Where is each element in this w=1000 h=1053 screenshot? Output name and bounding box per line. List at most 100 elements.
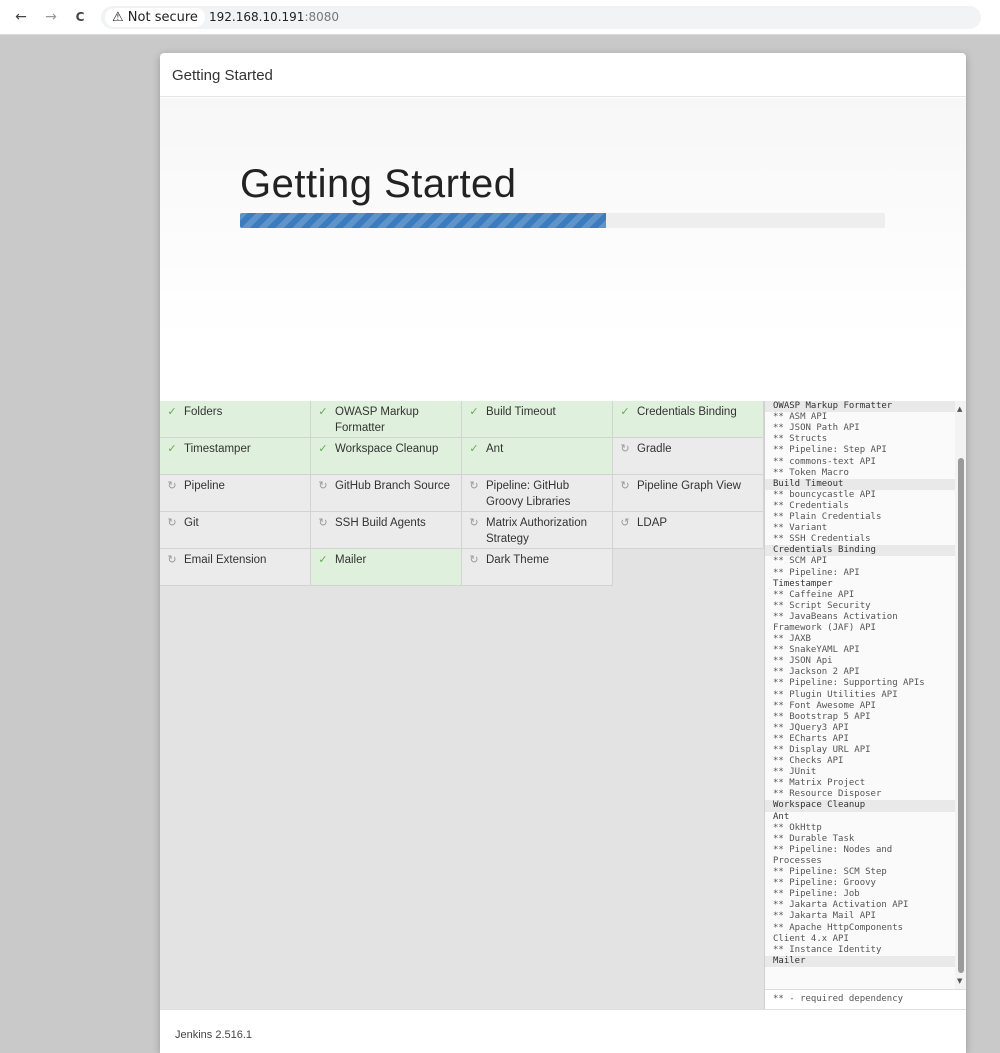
plugin-item: ↻ Git xyxy=(160,512,311,549)
plugin-label: Credentials Binding xyxy=(637,406,737,418)
plugin-label: Pipeline Graph View xyxy=(637,480,741,492)
log-dependency: ** Pipeline: Nodes and xyxy=(773,844,893,855)
browser-toolbar: ← → C ⚠ Not secure 192.168.10.191:8080 xyxy=(0,0,1000,35)
install-log-pane: FoldersOWASP Markup Formatter** ASM API*… xyxy=(764,401,966,1009)
plugin-label: OWASP Markup Formatter xyxy=(335,406,419,434)
install-progress-bar xyxy=(240,213,885,228)
plugin-item: ↻ GitHub Branch Source xyxy=(311,475,462,512)
log-plugin-heading: Timestamper xyxy=(773,578,833,589)
plugin-item: ✓ OWASP Markup Formatter xyxy=(311,401,462,438)
log-dependency: ** Resource Disposer xyxy=(773,789,882,800)
log-dependency: ** Pipeline: Supporting APIs xyxy=(773,678,925,689)
spinner-icon: ↻ xyxy=(469,517,479,529)
check-icon: ✓ xyxy=(469,406,479,418)
plugin-label: Ant xyxy=(486,443,504,455)
setup-wizard-dialog: Getting Started Getting Started ✓ Folders… xyxy=(160,53,966,1053)
plugin-list-area: ✓ Folders ✓ OWASP Markup Formatter ✓ Build Ti… xyxy=(160,401,764,1009)
dialog-footer: Jenkins 2.516.1 xyxy=(160,1009,966,1053)
log-plugin-heading: OWASP Markup Formatter xyxy=(765,401,955,413)
scroll-up-icon[interactable]: ▲ xyxy=(957,405,962,413)
dependency-legend: ** - required dependency xyxy=(765,989,966,1009)
plugin-label: SSH Build Agents xyxy=(335,517,426,529)
log-dependency: ** JSON Path API xyxy=(773,423,860,434)
log-dependency: ** Variant xyxy=(773,523,828,534)
plugin-label: Email Extension xyxy=(184,554,267,566)
log-dependency: ** SSH Credentials xyxy=(773,534,871,545)
plugin-item: ✓ Timestamper xyxy=(160,438,311,475)
log-dependency: ** Checks API xyxy=(773,756,844,767)
log-dependency: ** Token Macro xyxy=(773,467,849,478)
plugin-label: Matrix Authorization Strategy xyxy=(486,517,587,545)
spinner-icon: ↻ xyxy=(167,517,177,529)
log-dependency: ** ASM API xyxy=(773,412,828,423)
check-icon: ✓ xyxy=(167,443,177,455)
log-dependency: ** JUnit xyxy=(773,767,817,778)
log-dependency: Processes xyxy=(773,855,822,866)
scrollbar-thumb[interactable] xyxy=(958,458,964,973)
log-dependency: ** commons-text API xyxy=(773,456,876,467)
url-host: 192.168.10.191 xyxy=(209,10,305,24)
check-icon: ✓ xyxy=(167,406,177,418)
spinner-icon: ↻ xyxy=(469,480,479,492)
log-dependency: ** Display URL API xyxy=(773,745,871,755)
page-title: Getting Started xyxy=(240,162,517,206)
plugin-item: ↻ Gradle xyxy=(613,438,764,475)
log-dependency: ** Structs xyxy=(773,434,828,445)
security-chip[interactable]: ⚠ Not secure xyxy=(105,8,205,27)
plugin-label: Pipeline: GitHub Groovy Libraries xyxy=(486,480,571,508)
jenkins-version: Jenkins 2.516.1 xyxy=(175,1029,253,1041)
plugin-label: Folders xyxy=(184,406,223,418)
log-scrollbar[interactable]: ▲ ▼ xyxy=(955,401,966,989)
spinner-icon: ↻ xyxy=(167,554,177,566)
log-dependency: ** OkHttp xyxy=(773,822,822,833)
log-dependency: ** bouncycastle API xyxy=(773,489,876,500)
install-log-lines: FoldersOWASP Markup Formatter** ASM API*… xyxy=(765,401,955,967)
plugin-item: ↻ Matrix Authorization Strategy xyxy=(462,512,613,549)
log-plugin-heading: Build Timeout xyxy=(765,478,955,490)
plugin-item: ↻ Email Extension xyxy=(160,549,311,586)
log-dependency: ** Instance Identity xyxy=(773,944,882,955)
install-log[interactable]: FoldersOWASP Markup Formatter** ASM API*… xyxy=(765,401,966,989)
address-bar[interactable]: ⚠ Not secure 192.168.10.191:8080 xyxy=(101,6,981,29)
spinner-icon: ↻ xyxy=(167,480,177,492)
forward-icon[interactable]: → xyxy=(41,7,61,27)
spinner-icon: ↻ xyxy=(318,517,328,529)
log-plugin-heading: Mailer xyxy=(765,955,955,967)
plugin-item: ↻ Pipeline Graph View xyxy=(613,475,764,512)
log-dependency: ** Pipeline: Groovy xyxy=(773,878,876,889)
log-dependency: Framework (JAF) API xyxy=(773,622,876,633)
spinner-icon: ↻ xyxy=(620,480,630,492)
check-icon: ✓ xyxy=(318,406,328,418)
log-plugin-heading: Workspace Cleanup xyxy=(765,800,955,812)
log-dependency: ** Pipeline: API xyxy=(773,567,860,578)
check-icon: ✓ xyxy=(620,406,630,418)
spinner-icon: ↺ xyxy=(620,517,630,529)
log-dependency: ** Apache HttpComponents xyxy=(773,922,904,933)
check-icon: ✓ xyxy=(318,554,328,566)
reload-icon[interactable]: C xyxy=(70,7,90,27)
log-dependency: ** Durable Task xyxy=(773,833,855,844)
plugin-label: Pipeline xyxy=(184,480,225,492)
log-plugin-heading: Ant xyxy=(773,811,790,822)
plugin-label: Build Timeout xyxy=(486,406,556,418)
log-dependency: ** Font Awesome API xyxy=(773,700,876,711)
plugin-label: GitHub Branch Source xyxy=(335,480,451,492)
log-dependency: ** JQuery3 API xyxy=(773,722,849,733)
log-dependency: ** JAXB xyxy=(773,634,811,645)
spinner-icon: ↻ xyxy=(620,443,630,455)
log-plugin-heading: Credentials Binding xyxy=(765,545,955,557)
plugin-item: ✓ Workspace Cleanup xyxy=(311,438,462,475)
plugin-label: Workspace Cleanup xyxy=(335,443,439,455)
plugin-label: Dark Theme xyxy=(486,554,550,566)
log-dependency: ** SCM API xyxy=(773,556,828,567)
log-dependency: ** Pipeline: Job xyxy=(773,889,860,900)
log-dependency: ** JSON Api xyxy=(773,656,833,667)
spinner-icon: ↻ xyxy=(318,480,328,492)
plugin-item: ↻ Pipeline xyxy=(160,475,311,512)
back-icon[interactable]: ← xyxy=(11,7,31,27)
log-dependency: ** Jakarta Activation API xyxy=(773,900,909,911)
log-dependency: ** SnakeYAML API xyxy=(773,645,860,656)
spinner-icon: ↻ xyxy=(469,554,479,566)
url-text[interactable]: 192.168.10.191:8080 xyxy=(209,9,339,26)
scroll-down-icon[interactable]: ▼ xyxy=(957,977,962,985)
